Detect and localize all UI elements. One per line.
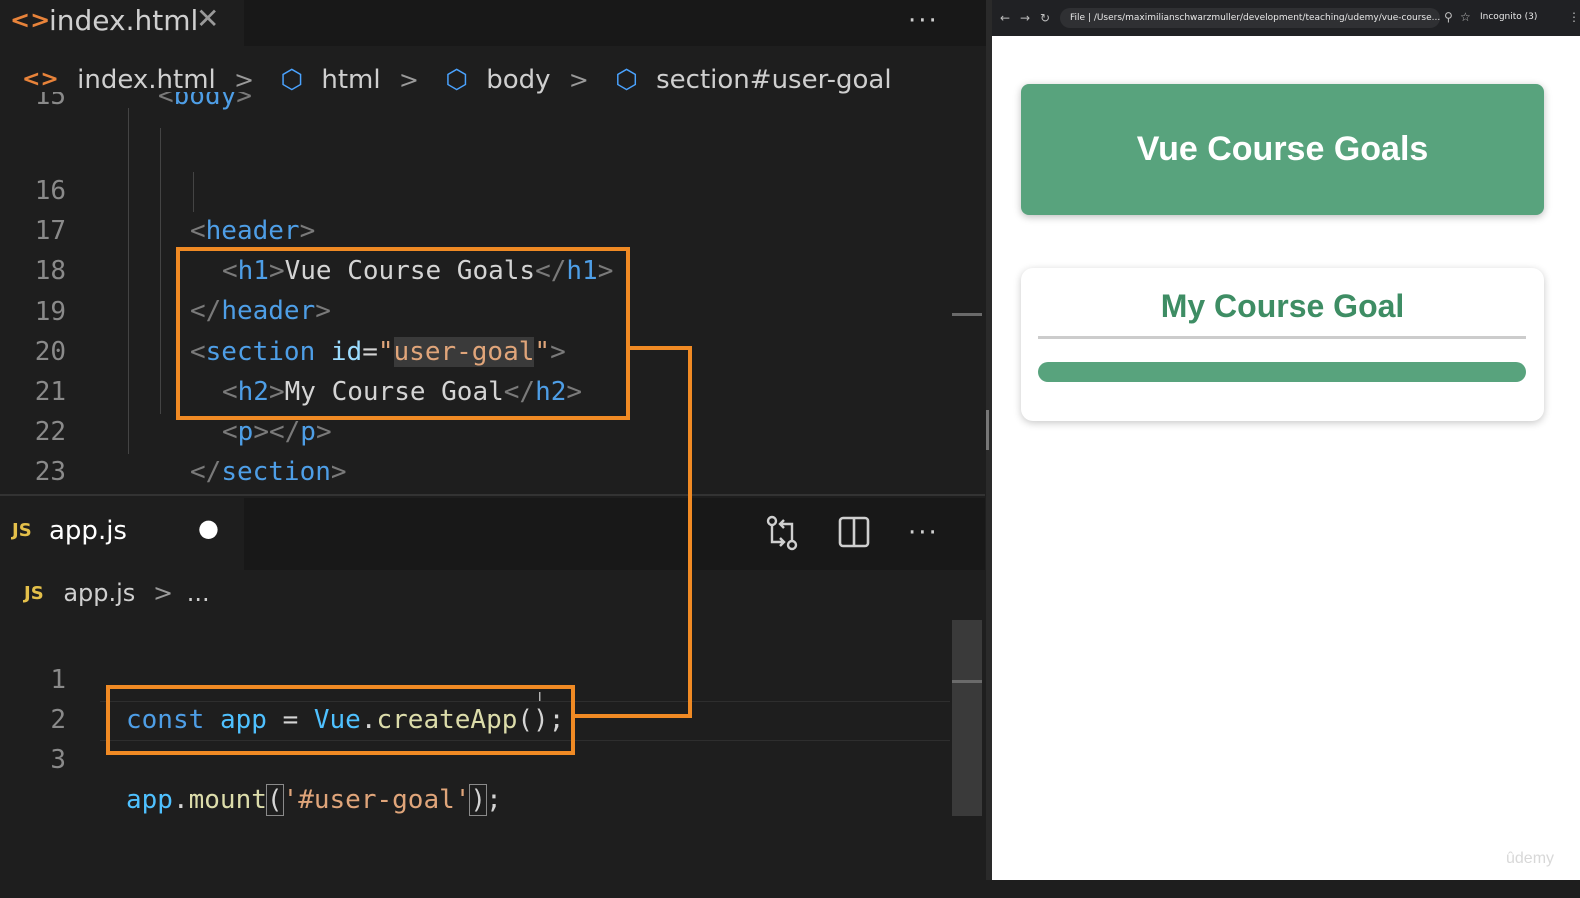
token: ;	[486, 785, 502, 815]
code-line[interactable]: 17 <h1>Vue Course Goals</h1>	[0, 171, 950, 286]
pane-resize-handle[interactable]	[986, 410, 989, 450]
browser-toolbar: ← → ↻ File | /Users/maximilianschwarzmul…	[992, 0, 1580, 36]
js-file-icon: JS	[24, 582, 44, 604]
more-actions-icon[interactable]: ···	[908, 518, 939, 548]
cube-icon: ⬡	[280, 64, 304, 95]
tab-label: index.html	[49, 4, 199, 37]
html-file-icon: <>	[10, 6, 51, 34]
chevron-right-icon: >	[568, 65, 589, 94]
unsaved-dot-icon[interactable]: ●	[198, 514, 219, 542]
token: app	[126, 785, 173, 815]
breadcrumb-body[interactable]: body	[486, 65, 550, 95]
chevron-right-icon: >	[152, 579, 174, 607]
token: (	[265, 784, 284, 816]
cube-icon: ⬡	[615, 64, 638, 95]
more-actions-icon[interactable]: ···	[908, 6, 939, 36]
token: '#user-goal'	[282, 785, 471, 815]
highlight-box-mount	[106, 685, 575, 755]
tab-app-js[interactable]: JS app.js ●	[0, 498, 244, 570]
connector-line	[573, 714, 692, 718]
scroll-indicator	[952, 680, 982, 683]
html-file-icon: <>	[22, 67, 59, 92]
browser-window: ← → ↻ File | /Users/maximilianschwarzmul…	[992, 0, 1580, 880]
token: body	[173, 92, 237, 111]
chevron-right-icon: >	[398, 65, 419, 94]
highlight-box-section	[176, 247, 630, 420]
back-icon[interactable]: ←	[1000, 11, 1010, 25]
breadcrumb-ellipsis[interactable]: ...	[187, 579, 210, 607]
breadcrumb-section[interactable]: section#user-goal	[656, 65, 891, 95]
scrollbar-thumb[interactable]	[952, 620, 982, 816]
scroll-indicator[interactable]	[952, 313, 982, 316]
js-file-icon: JS	[12, 520, 32, 541]
section-heading: My Course Goal	[1160, 288, 1405, 324]
connector-line	[688, 346, 692, 718]
page-title: Vue Course Goals	[1136, 130, 1429, 168]
token: .	[172, 785, 189, 815]
connector-line	[628, 346, 692, 350]
code-editor: <> index.html ✕ ··· <> index.html > ⬡ ht…	[0, 0, 990, 898]
user-goal-section: My Course Goal	[1021, 268, 1544, 421]
code-line[interactable]: 16 <header>	[0, 131, 950, 246]
heading-underline	[1038, 336, 1526, 339]
code-line[interactable]: 18 </header>	[0, 211, 950, 326]
pane-split[interactable]	[0, 494, 985, 496]
code-line[interactable]: 1 const app = Vue.createApp();	[0, 620, 950, 735]
forward-icon[interactable]: →	[1020, 11, 1030, 25]
token: >	[236, 92, 252, 111]
cube-icon: ⬡	[445, 64, 468, 95]
source-control-compare-icon[interactable]	[764, 514, 800, 552]
breadcrumb-file[interactable]: index.html	[77, 65, 216, 95]
line-number: 15	[34, 92, 66, 111]
breadcrumb: JS app.js > ...	[24, 578, 210, 622]
tab-index-html[interactable]: <> index.html ✕	[0, 0, 244, 46]
page-header: Vue Course Goals	[1021, 84, 1544, 215]
token: <	[158, 92, 174, 111]
code-line[interactable]: 15 <body>	[0, 92, 950, 116]
zoom-icon[interactable]: ⚲	[1444, 10, 1453, 24]
address-bar[interactable]: File | /Users/maximilianschwarzmuller/de…	[1060, 8, 1440, 28]
udemy-watermark: ûdemy	[1506, 850, 1555, 867]
menu-kebab-icon[interactable]: ⋮	[1568, 10, 1580, 24]
line-number: 3	[50, 745, 66, 775]
token: )	[469, 784, 488, 816]
reload-icon[interactable]: ↻	[1040, 11, 1050, 25]
incognito-badge[interactable]: Incognito (3)	[1480, 12, 1537, 22]
split-editor-icon[interactable]	[838, 516, 870, 548]
tab-label: app.js	[49, 516, 127, 546]
breadcrumb-file[interactable]: app.js	[63, 579, 135, 607]
empty-paragraph	[1038, 362, 1526, 382]
code-line[interactable]: 24 </html>	[0, 452, 950, 567]
close-tab-icon[interactable]: ✕	[196, 2, 219, 35]
chevron-right-icon: >	[234, 65, 255, 94]
token: mount	[188, 785, 267, 815]
video-bottom-strip	[0, 880, 1580, 898]
bookmark-star-icon[interactable]: ☆	[1460, 10, 1471, 24]
breadcrumb-html[interactable]: html	[321, 65, 380, 95]
